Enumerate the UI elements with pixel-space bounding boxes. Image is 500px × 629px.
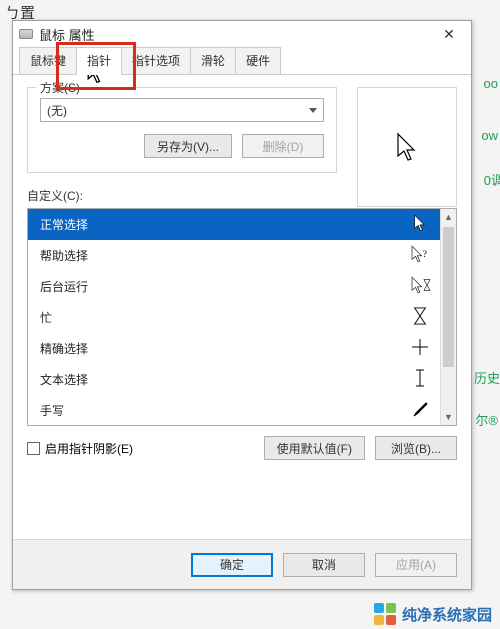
arrow-hourglass-icon	[410, 276, 430, 297]
chevron-down-icon	[309, 108, 317, 113]
scheme-group: 方案(S) (无) 另存为(V)... 删除(D)	[27, 87, 337, 173]
list-item[interactable]: 后台运行	[28, 271, 440, 302]
list-item-label: 后台运行	[40, 278, 88, 295]
listbox-scrollbar[interactable]: ▲ ▼	[440, 209, 456, 425]
scheme-select-value: (无)	[47, 102, 67, 119]
list-item[interactable]: 精确选择	[28, 333, 440, 364]
tab-wheel[interactable]: 滑轮	[190, 47, 236, 74]
brand-logo-icon	[374, 603, 396, 625]
list-item-label: 文本选择	[40, 371, 88, 388]
list-item-label: 帮助选择	[40, 247, 88, 264]
ok-button[interactable]: 确定	[191, 553, 273, 577]
scheme-select[interactable]: (无)	[40, 98, 324, 122]
listbox-inner: 正常选择 帮助选择 ? 后台运行	[28, 209, 440, 425]
save-as-button[interactable]: 另存为(V)...	[144, 134, 232, 158]
checkbox-label: 启用指针阴影(E)	[45, 440, 133, 457]
scheme-legend: 方案(S)	[36, 79, 84, 96]
arrow-icon	[410, 214, 430, 235]
tab-buttons[interactable]: 鼠标键	[19, 47, 77, 74]
brand-text: 纯净系统家园	[402, 604, 492, 625]
background-text: oo	[484, 76, 498, 91]
list-item-label: 正常选择	[40, 216, 88, 233]
scroll-up-icon[interactable]: ▲	[441, 209, 456, 225]
pen-icon	[410, 401, 430, 420]
tab-pointer-options[interactable]: 指针选项	[121, 47, 191, 74]
list-item[interactable]: 文本选择	[28, 364, 440, 395]
mouse-icon	[19, 29, 33, 39]
checkbox-icon	[27, 442, 40, 455]
close-icon: ✕	[443, 26, 455, 43]
list-item[interactable]: 帮助选择 ?	[28, 240, 440, 271]
cursor-listbox[interactable]: 正常选择 帮助选择 ? 后台运行	[27, 208, 457, 426]
scrollbar-thumb[interactable]	[443, 227, 454, 367]
arrow-question-icon: ?	[410, 245, 430, 266]
cancel-button[interactable]: 取消	[283, 553, 365, 577]
tab-hardware[interactable]: 硬件	[235, 47, 281, 74]
cursor-preview	[357, 87, 457, 207]
arrow-icon	[396, 132, 418, 162]
list-item[interactable]: 手写	[28, 395, 440, 425]
close-button[interactable]: ✕	[433, 23, 465, 45]
delete-button: 删除(D)	[242, 134, 324, 158]
list-item-label: 精确选择	[40, 340, 88, 357]
hourglass-icon	[410, 307, 430, 328]
dialog-button-bar: 确定 取消 应用(A)	[13, 539, 471, 589]
svg-text:?: ?	[423, 249, 427, 260]
list-item[interactable]: 忙	[28, 302, 440, 333]
scroll-down-icon[interactable]: ▼	[441, 409, 456, 425]
titlebar: 鼠标 属性 ✕	[13, 21, 471, 47]
list-item-label: 手写	[40, 402, 64, 419]
crosshair-icon	[410, 339, 430, 358]
options-row: 启用指针阴影(E) 使用默认值(F) 浏览(B)...	[27, 436, 457, 460]
use-default-button[interactable]: 使用默认值(F)	[264, 436, 365, 460]
mouse-properties-dialog: 鼠标 属性 ✕ 鼠标键 指针 指针选项 滑轮 硬件 方案(S) (无) 另存为(…	[12, 20, 472, 590]
background-text: ow	[481, 128, 498, 143]
pointer-shadow-checkbox[interactable]: 启用指针阴影(E)	[27, 440, 133, 457]
footer-brand: 纯净系统家园	[374, 603, 492, 625]
background-text: 0调	[484, 170, 500, 189]
background-text: 尔®	[475, 410, 498, 429]
ibeam-icon	[410, 369, 430, 390]
list-item-label: 忙	[40, 309, 52, 326]
apply-button: 应用(A)	[375, 553, 457, 577]
browse-button[interactable]: 浏览(B)...	[375, 436, 457, 460]
tab-pane-pointers: 方案(S) (无) 另存为(V)... 删除(D) 自定义(C): 正常选择	[13, 75, 471, 539]
list-item[interactable]: 正常选择	[28, 209, 440, 240]
dialog-title: 鼠标 属性	[39, 25, 433, 44]
tab-strip: 鼠标键 指针 指针选项 滑轮 硬件	[13, 47, 471, 75]
background-text: 历史	[474, 368, 500, 387]
tab-pointers[interactable]: 指针	[76, 47, 122, 75]
